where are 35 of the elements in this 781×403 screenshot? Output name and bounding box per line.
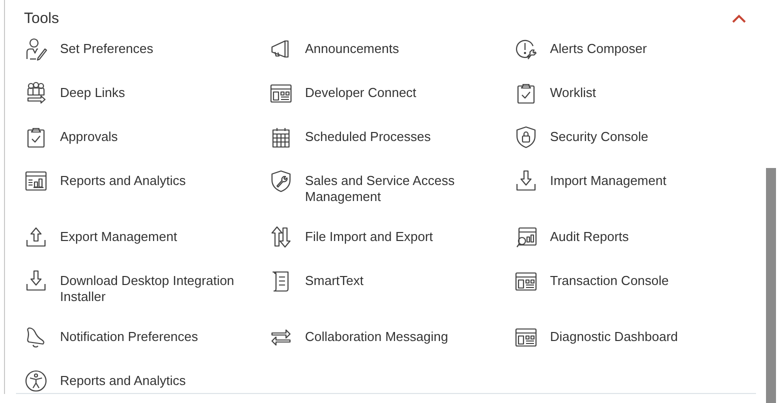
- tool-link[interactable]: Approvals: [60, 125, 118, 145]
- tool-link[interactable]: Deep Links: [60, 81, 126, 101]
- tool-link[interactable]: SmartText: [305, 269, 364, 289]
- tool-link[interactable]: Diagnostic Dashboard: [550, 325, 678, 345]
- person-pen-icon: [24, 37, 48, 61]
- tool-link[interactable]: Import Management: [550, 169, 666, 189]
- alert-wrench-icon: [514, 37, 538, 61]
- tool-link[interactable]: Security Console: [550, 125, 648, 145]
- shield-wrench-icon: [269, 169, 293, 193]
- report-search-icon: [514, 225, 538, 249]
- tool-link[interactable]: Set Preferences: [60, 37, 154, 57]
- tool-link[interactable]: Alerts Composer: [550, 37, 647, 57]
- download-icon: [514, 169, 538, 193]
- shield-lock-icon: [514, 125, 538, 149]
- tool-link[interactable]: File Import and Export: [305, 225, 433, 245]
- tool-link[interactable]: Sales and Service Access Management: [305, 169, 491, 205]
- up-down-arrows-icon: [269, 225, 293, 249]
- tool-link[interactable]: Collaboration Messaging: [305, 325, 448, 345]
- tool-link[interactable]: Reports and Analytics: [60, 169, 186, 189]
- tool-link[interactable]: Export Management: [60, 225, 178, 245]
- tool-link[interactable]: Reports and Analytics: [60, 369, 186, 389]
- tool-link[interactable]: Notification Preferences: [60, 325, 198, 345]
- scrollbar-thumb[interactable]: [766, 168, 776, 403]
- tool-link[interactable]: Download Desktop Integration Installer: [60, 269, 246, 305]
- report-icon: [24, 169, 48, 193]
- download-icon: [24, 269, 48, 293]
- tool-link[interactable]: Worklist: [550, 81, 596, 101]
- tool-link[interactable]: Announcements: [305, 37, 399, 57]
- tool-link[interactable]: Scheduled Processes: [305, 125, 431, 145]
- tool-link[interactable]: Transaction Console: [550, 269, 669, 289]
- tool-link[interactable]: Developer Connect: [305, 81, 416, 101]
- tool-link[interactable]: Audit Reports: [550, 225, 629, 245]
- accessibility-icon: [24, 369, 48, 393]
- section-title: Tools: [24, 10, 60, 26]
- upload-icon: [24, 225, 48, 249]
